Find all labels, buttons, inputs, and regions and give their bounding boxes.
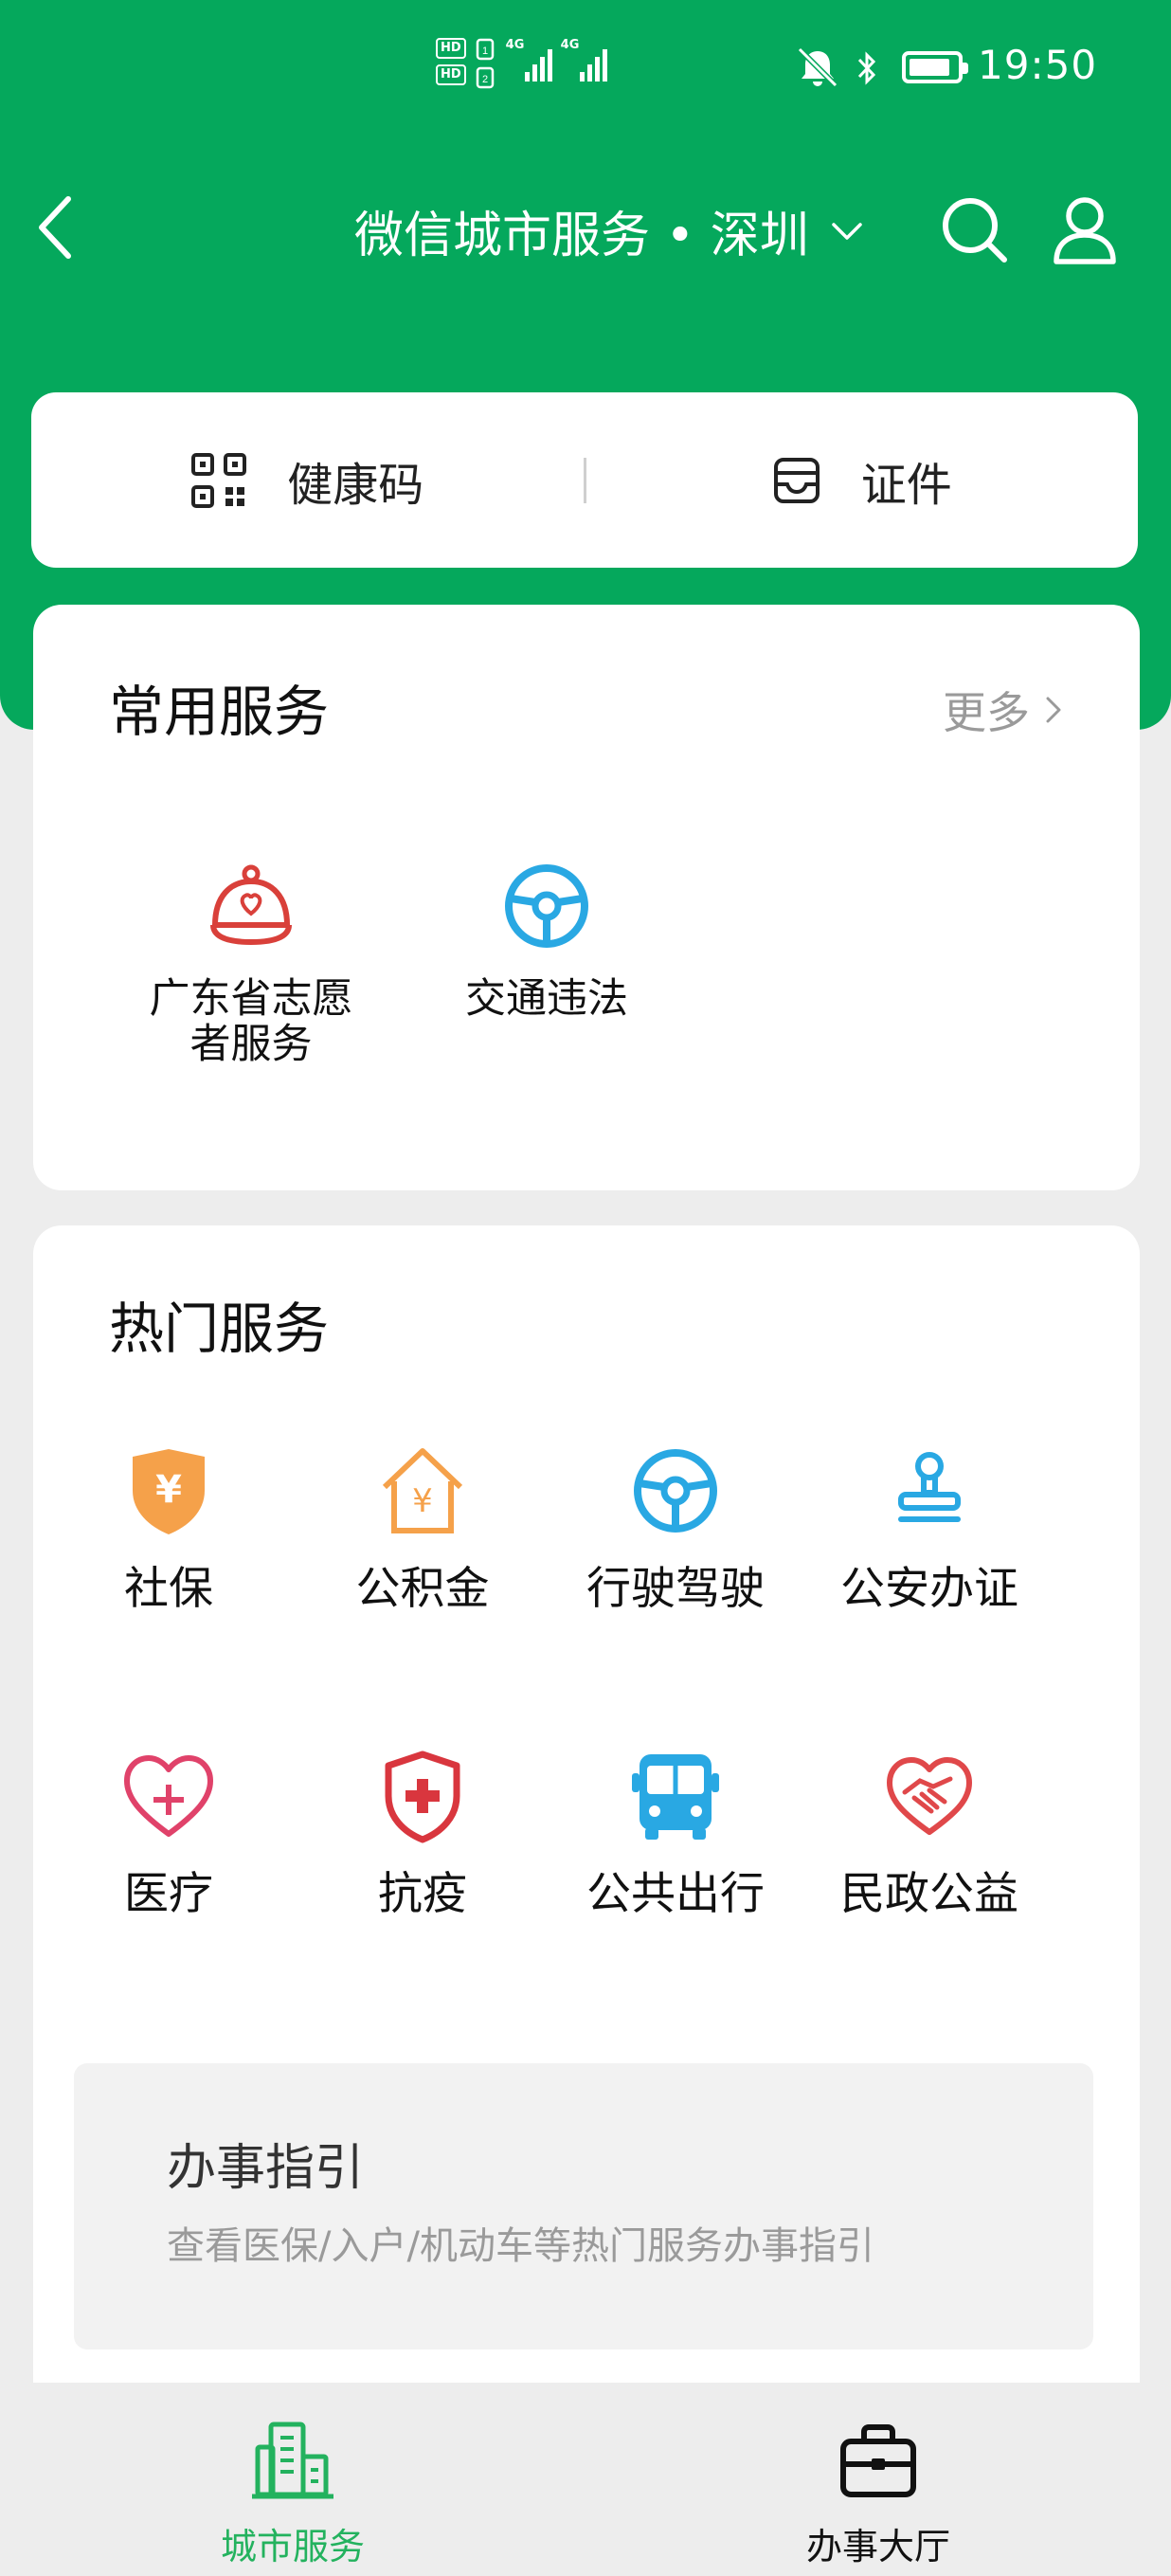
status-time: 19:50: [978, 42, 1098, 88]
steering-wheel-icon: [634, 1449, 717, 1533]
certificate-button[interactable]: 证件: [586, 392, 1139, 568]
common-services-title: 常用服务: [109, 680, 330, 744]
city-title[interactable]: 微信城市服务 • 深圳: [354, 195, 866, 266]
page: HD HD 1 2 4G 4G 19:50 微信城市服务 • 深圳 健康码 证件…: [0, 0, 1171, 2576]
guide-title: 办事指引: [167, 2140, 365, 2197]
user-icon[interactable]: [1047, 191, 1123, 267]
bus-icon: [632, 1754, 719, 1840]
stamp-icon: [898, 1452, 961, 1522]
battery-icon: [902, 51, 968, 83]
epidemic-shield-icon: [385, 1751, 460, 1843]
service-guide-card[interactable]: 办事指引 查看医保/入户/机动车等热门服务办事指引: [74, 2063, 1093, 2349]
service-police-certificate[interactable]: 公安办证: [835, 1443, 1024, 1612]
guide-subtitle: 查看医保/入户/机动车等热门服务办事指引: [167, 2224, 874, 2268]
signal-bars-1-icon: 4G: [506, 38, 552, 85]
service-label: 抗疫: [378, 1868, 467, 1920]
search-icon[interactable]: [938, 191, 1014, 267]
service-label: 公安办证: [840, 1563, 1018, 1615]
service-label: 公积金: [355, 1563, 490, 1615]
svg-text:2: 2: [482, 74, 488, 85]
more-button[interactable]: 更多: [943, 679, 1064, 741]
page-title: 微信城市服务 • 深圳: [354, 208, 809, 264]
service-label: 社保: [124, 1563, 213, 1615]
steering-wheel-icon: [505, 864, 588, 948]
social-security-shield-icon: ¥: [133, 1449, 205, 1534]
service-medical[interactable]: 医疗: [74, 1749, 263, 1917]
svg-text:¥: ¥: [412, 1482, 433, 1520]
hot-services-card: 热门服务 ¥ 社保 ¥ 公积金 行驶驾驶 公安办证 医疗 抗疫 公共出行 民政公…: [33, 1225, 1140, 2458]
tab-city-services[interactable]: 城市服务: [0, 2383, 586, 2576]
housing-fund-icon: ¥: [382, 1448, 463, 1533]
svg-text:¥: ¥: [155, 1468, 182, 1512]
service-label: 行驶驾驶: [586, 1563, 765, 1615]
bluetooth-icon: [857, 51, 876, 85]
service-label: 民政公益: [840, 1868, 1018, 1920]
health-code-button[interactable]: 健康码: [31, 392, 584, 568]
svg-text:1: 1: [482, 45, 488, 57]
handshake-heart-icon: [887, 1757, 972, 1835]
health-code-label: 健康码: [287, 458, 424, 512]
volunteer-cap-icon: [210, 864, 292, 946]
certificate-label: 证件: [860, 458, 952, 512]
qr-code-icon: [191, 452, 247, 508]
card-holder-icon: [773, 457, 820, 503]
quick-access-card: 健康码 证件: [31, 392, 1138, 568]
more-label: 更多: [943, 687, 1030, 738]
signal-group: HD HD 1 2 4G 4G: [436, 38, 607, 95]
service-traffic-violation[interactable]: 交通违法: [405, 859, 689, 1022]
service-epidemic[interactable]: 抗疫: [328, 1749, 517, 1917]
tab-label: 办事大厅: [805, 2526, 950, 2567]
status-bar: HD HD 1 2 4G 4G 19:50: [0, 0, 1171, 133]
service-label: 广东省志愿 者服务: [149, 975, 353, 1068]
service-label: 医疗: [124, 1868, 213, 1920]
hd-badge-2: HD: [436, 64, 466, 85]
service-driving[interactable]: 行驶驾驶: [581, 1443, 770, 1612]
signal-bars-2-icon: 4G: [561, 38, 607, 85]
hot-services-title: 热门服务: [109, 1297, 330, 1361]
service-label: 交通违法: [465, 975, 628, 1023]
city-buildings-icon: [252, 2422, 333, 2499]
briefcase-icon: [840, 2424, 916, 2497]
chevron-down-icon: [831, 222, 862, 240]
service-social-security[interactable]: ¥ 社保: [74, 1443, 263, 1612]
bottom-tab-bar: 城市服务 办事大厅: [0, 2383, 1171, 2576]
service-housing-fund[interactable]: ¥ 公积金: [328, 1443, 517, 1612]
service-civil-welfare[interactable]: 民政公益: [835, 1749, 1024, 1917]
back-arrow-icon[interactable]: [28, 190, 85, 265]
sim-icon: 1 2: [476, 38, 494, 89]
service-volunteer[interactable]: 广东省志愿 者服务: [109, 859, 393, 1067]
tab-service-hall[interactable]: 办事大厅: [586, 2383, 1171, 2576]
common-services-card: 常用服务 更多 广东省志愿 者服务 交通违法: [33, 605, 1140, 1190]
service-label: 公共出行: [586, 1868, 765, 1920]
tab-label: 城市服务: [220, 2526, 365, 2567]
navigation-bar: 微信城市服务 • 深圳: [0, 171, 1171, 284]
medical-heart-icon: [124, 1755, 213, 1837]
mute-icon: [797, 46, 838, 88]
service-public-transport[interactable]: 公共出行: [581, 1749, 770, 1917]
hd-badge-1: HD: [436, 38, 466, 59]
chevron-right-icon: [1046, 697, 1061, 723]
